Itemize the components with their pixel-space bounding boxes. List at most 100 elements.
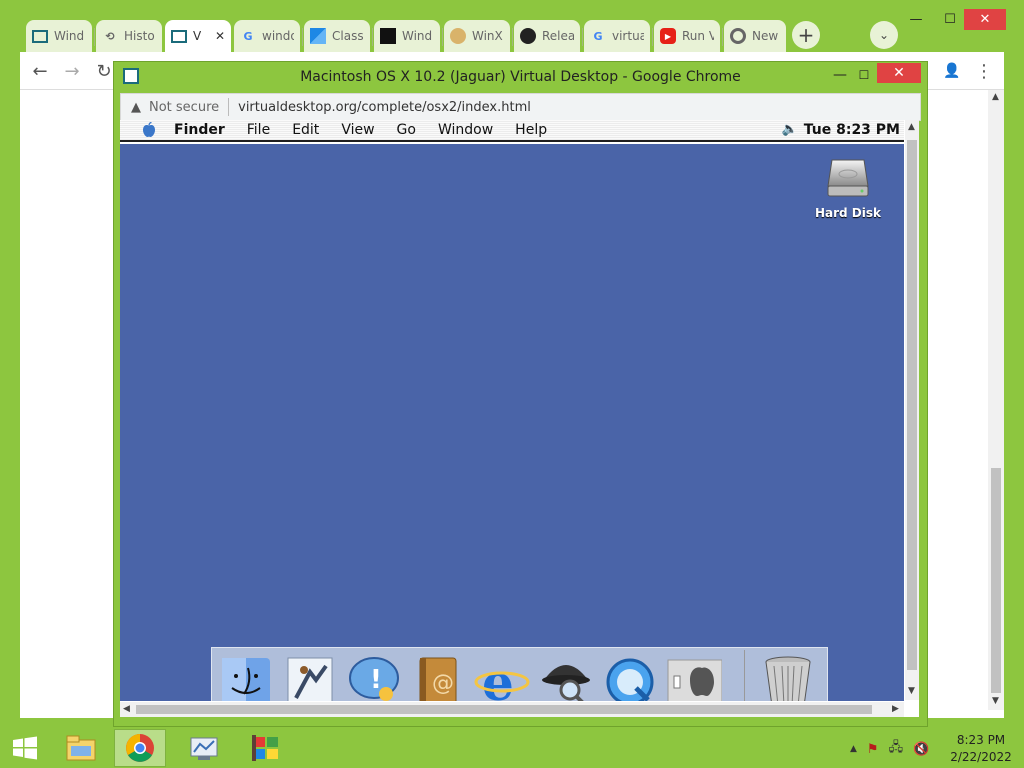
tab-6[interactable]: Wind (374, 20, 440, 52)
forward-button[interactable]: → (61, 60, 83, 82)
tab-4[interactable]: G windo (234, 20, 300, 52)
menu-go[interactable]: Go (397, 122, 416, 138)
tab-label: Histo (124, 29, 155, 43)
finder-icon[interactable] (218, 654, 274, 701)
tab-label: New (752, 29, 779, 43)
tab-label: Wind (54, 29, 85, 43)
tab-label: Relea (542, 29, 574, 43)
popup-vscroll-thumb[interactable] (907, 140, 917, 670)
mail-icon[interactable] (282, 654, 338, 701)
address-bar[interactable]: ▲ Not secure virtualdesktop.org/complete… (120, 93, 921, 121)
tab-label: Wind (402, 29, 433, 43)
popup-maximize-button[interactable]: ☐ (850, 64, 878, 86)
tray-chevron-icon[interactable]: ▲ (850, 744, 857, 754)
mac-desktop-area[interactable]: Hard Disk ! @ e (120, 144, 904, 701)
chrome-icon (730, 28, 746, 44)
ichat-icon[interactable]: ! (346, 654, 402, 701)
outer-scroll-thumb[interactable] (991, 468, 1001, 693)
tab-11[interactable]: New (724, 20, 786, 52)
popup-hscroll-thumb[interactable] (136, 705, 872, 714)
tab-2[interactable]: ⟲ Histo (96, 20, 162, 52)
windows-flag-app-icon[interactable] (240, 729, 292, 767)
menu-edit[interactable]: Edit (292, 122, 319, 138)
google-icon: G (243, 29, 253, 43)
menu-view[interactable]: View (341, 122, 374, 138)
history-icon: ⟲ (105, 29, 115, 43)
windows-taskbar: ▲ ⚑ 🖧 🔇 8:23 PM 2/22/2022 (0, 728, 1024, 768)
tab-label: virtua (612, 29, 644, 43)
chrome-taskbar-icon[interactable] (114, 729, 166, 767)
security-status[interactable]: Not secure (149, 100, 219, 115)
github-icon (520, 28, 536, 44)
tab-close-icon[interactable]: ✕ (211, 29, 225, 43)
taskbar-time[interactable]: 8:23 PM (948, 733, 1014, 747)
chrome-menu-button[interactable]: ⋮ (973, 60, 995, 82)
mac-menubar: Finder File Edit View Go Window Help 🔈 T… (120, 120, 904, 142)
mac-virtual-desktop: Finder File Edit View Go Window Help 🔈 T… (120, 120, 919, 717)
tab-label: WinX (472, 29, 503, 43)
tab-search-button[interactable]: ⌄ (870, 21, 898, 49)
popup-window: Macintosh OS X 10.2 (Jaguar) Virtual Des… (113, 61, 928, 727)
hard-disk-icon[interactable] (826, 158, 870, 198)
dock: ! @ e (211, 647, 828, 701)
tab-9[interactable]: G virtua (584, 20, 650, 52)
tab-label: Run V (682, 29, 714, 43)
reload-button[interactable]: ↻ (93, 60, 115, 82)
classic-shell-icon (310, 28, 326, 44)
system-preferences-icon[interactable] (666, 654, 723, 701)
popup-close-button[interactable]: ✕ (877, 63, 921, 83)
volume-muted-icon[interactable]: 🔇 (913, 742, 929, 757)
network-monitor-icon[interactable] (176, 729, 232, 767)
screen: Wind ⟲ Histo V ✕ G windo Class (0, 0, 1024, 768)
address-book-icon[interactable]: @ (410, 654, 466, 701)
tab-7[interactable]: WinX (444, 20, 510, 52)
menu-window[interactable]: Window (438, 122, 493, 138)
action-center-icon[interactable]: ⚑ (867, 742, 879, 757)
url-text[interactable]: virtualdesktop.org/complete/osx2/index.h… (238, 100, 531, 115)
tab-label: windo (262, 29, 294, 43)
profile-button[interactable]: 👤 (941, 60, 963, 82)
tab-10[interactable]: ▶ Run V (654, 20, 720, 52)
apple-menu-icon[interactable] (140, 121, 158, 139)
doge-icon (450, 28, 466, 44)
popup-horizontal-scrollbar[interactable]: ◀ ▶ (120, 702, 904, 717)
menu-file[interactable]: File (247, 122, 270, 138)
new-tab-button[interactable]: + (792, 21, 820, 49)
trash-icon[interactable] (760, 654, 816, 701)
volume-icon[interactable]: 🔈 (782, 122, 798, 137)
menu-help[interactable]: Help (515, 122, 547, 138)
warning-icon[interactable]: ▲ (131, 100, 141, 115)
start-button[interactable] (4, 729, 46, 767)
tab-label: Class (332, 29, 364, 43)
address-divider (228, 98, 230, 116)
terminal-icon (380, 28, 396, 44)
tab-1[interactable]: Wind (26, 20, 92, 52)
sherlock-icon[interactable] (538, 654, 594, 701)
outer-scrollbar[interactable]: ▲ ▼ (988, 90, 1004, 710)
network-icon[interactable]: 🖧 (889, 738, 904, 760)
tab-label: V (193, 29, 202, 43)
tab-5[interactable]: Class (304, 20, 370, 52)
youtube-icon: ▶ (660, 28, 676, 44)
google-icon: G (593, 29, 603, 43)
page-icon (171, 29, 187, 43)
tab-strip: Wind ⟲ Histo V ✕ G windo Class (26, 18, 786, 52)
svg-text:e: e (482, 654, 514, 701)
dock-divider (744, 650, 745, 701)
tab-3-active[interactable]: V ✕ (165, 20, 231, 52)
outer-close-button[interactable]: ✕ (964, 9, 1006, 30)
hard-disk-label[interactable]: Hard Disk (810, 206, 886, 220)
quicktime-icon[interactable] (602, 654, 658, 701)
svg-text:@: @ (432, 671, 454, 696)
page-icon (32, 29, 48, 43)
popup-vertical-scrollbar[interactable]: ▲ ▼ (905, 120, 919, 700)
system-tray: ▲ ⚑ 🖧 🔇 (850, 738, 929, 760)
popup-title: Macintosh OS X 10.2 (Jaguar) Virtual Des… (300, 69, 741, 85)
menu-finder[interactable]: Finder (174, 122, 225, 138)
taskbar-date[interactable]: 2/22/2022 (948, 750, 1014, 764)
file-explorer-icon[interactable] (56, 729, 106, 767)
tab-8[interactable]: Relea (514, 20, 580, 52)
internet-explorer-icon[interactable]: e (474, 653, 530, 701)
menubar-clock[interactable]: Tue 8:23 PM (804, 122, 900, 138)
back-button[interactable]: ← (29, 60, 51, 82)
